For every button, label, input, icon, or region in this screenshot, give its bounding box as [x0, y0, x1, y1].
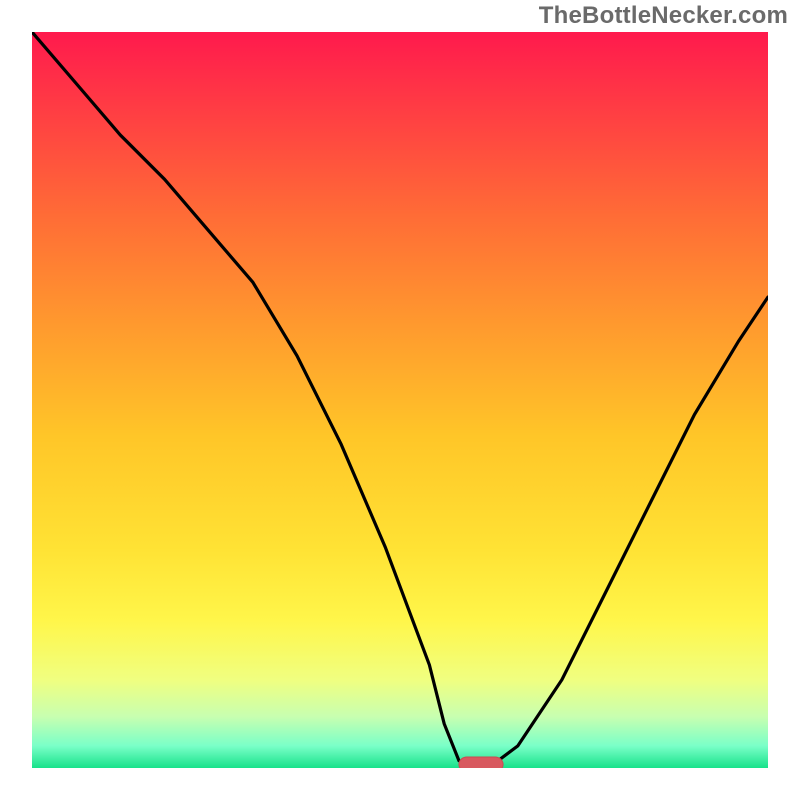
chart-frame	[32, 32, 768, 768]
watermark-text: TheBottleNecker.com	[539, 2, 788, 30]
gradient-background	[32, 32, 768, 768]
bottleneck-marker	[459, 757, 503, 768]
chart-root: TheBottleNecker.com	[0, 0, 800, 800]
plot-svg	[32, 32, 768, 768]
